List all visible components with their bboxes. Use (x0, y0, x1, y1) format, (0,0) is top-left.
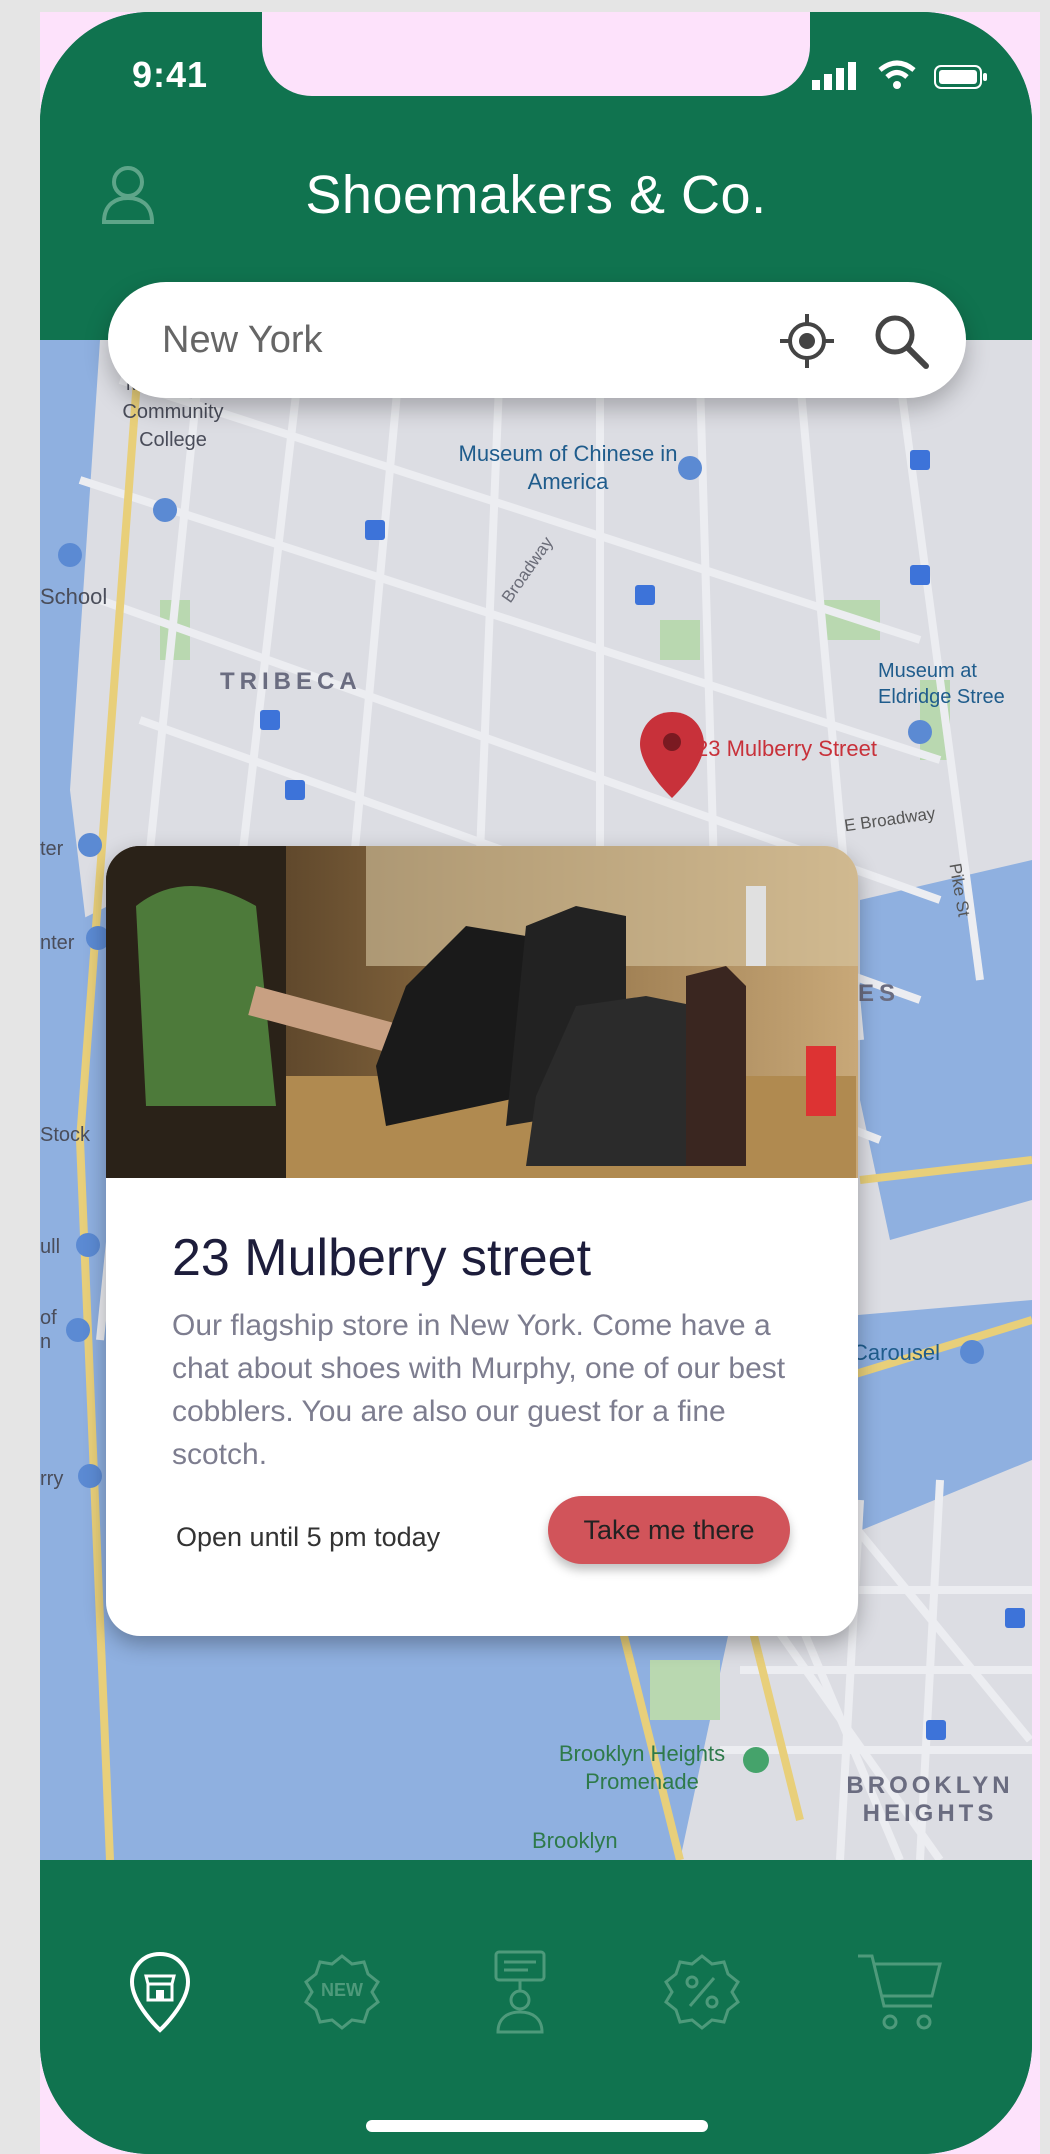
phone-screen: Manhattan Community College Museum of Ch… (40, 12, 1032, 2154)
device-notch (262, 12, 810, 96)
map-label-nter: nter (40, 932, 75, 954)
cart-icon[interactable] (856, 1950, 946, 2034)
kiosk-person-icon[interactable] (490, 1950, 550, 2034)
map-label-pin[interactable]: 23 Mulberry Street (696, 736, 877, 762)
search-icon[interactable] (872, 312, 930, 370)
map-label-rry: rry (40, 1468, 64, 1490)
store-title: 23 Mulberry street (172, 1229, 592, 1287)
location-pin-icon[interactable] (640, 712, 704, 798)
discount-icon[interactable] (662, 1952, 742, 2032)
map-label-es: ES (858, 980, 901, 1007)
map-label-museum-chinese: Museum of Chinese in America (458, 441, 678, 494)
map-label-of-n: of n (40, 1307, 57, 1353)
store-hours: Open until 5 pm today (176, 1522, 441, 1552)
signal-icon (812, 62, 856, 90)
map-label-stock: Stock (40, 1124, 91, 1146)
location-search-bar[interactable]: New York (108, 282, 966, 398)
crosshair-icon[interactable] (778, 312, 836, 370)
map-label-brooklyn-heights: BROOKLYN HEIGHTS (846, 1772, 1014, 1827)
app-title: Shoemakers & Co. (305, 165, 767, 225)
map-label-tribeca: TRIBECA (220, 668, 362, 695)
map-label-ter: ter (40, 838, 64, 860)
map-label-brooklyn: Brooklyn (532, 1828, 618, 1853)
map-label-ull: ull (40, 1236, 61, 1258)
map-label-school: School (40, 584, 108, 609)
store-description: Our flagship store in New York. Come hav… (172, 1309, 786, 1471)
store-location-icon[interactable] (128, 1950, 192, 2034)
home-indicator[interactable] (366, 2120, 708, 2132)
store-photo (106, 846, 858, 1178)
map-label-carousel: Carousel (852, 1340, 941, 1365)
take-me-there-button[interactable]: Take me there (548, 1496, 790, 1564)
store-card[interactable]: 23 Mulberry street Our flagship store in… (106, 846, 858, 1636)
search-input[interactable]: New York (162, 319, 323, 362)
bottom-navigation: NEW (40, 1860, 1032, 2154)
map-label-museum-eldridge: Museum at Eldridge Stree (878, 660, 1005, 708)
new-badge-icon[interactable]: NEW (302, 1952, 382, 2032)
wifi-icon (878, 60, 916, 89)
battery-icon (934, 65, 987, 89)
new-badge-text: NEW (321, 1980, 363, 2000)
status-icons (812, 60, 988, 90)
map-label-promenade: Brooklyn Heights Promenade (558, 1741, 726, 1794)
status-time: 9:41 (132, 54, 209, 95)
